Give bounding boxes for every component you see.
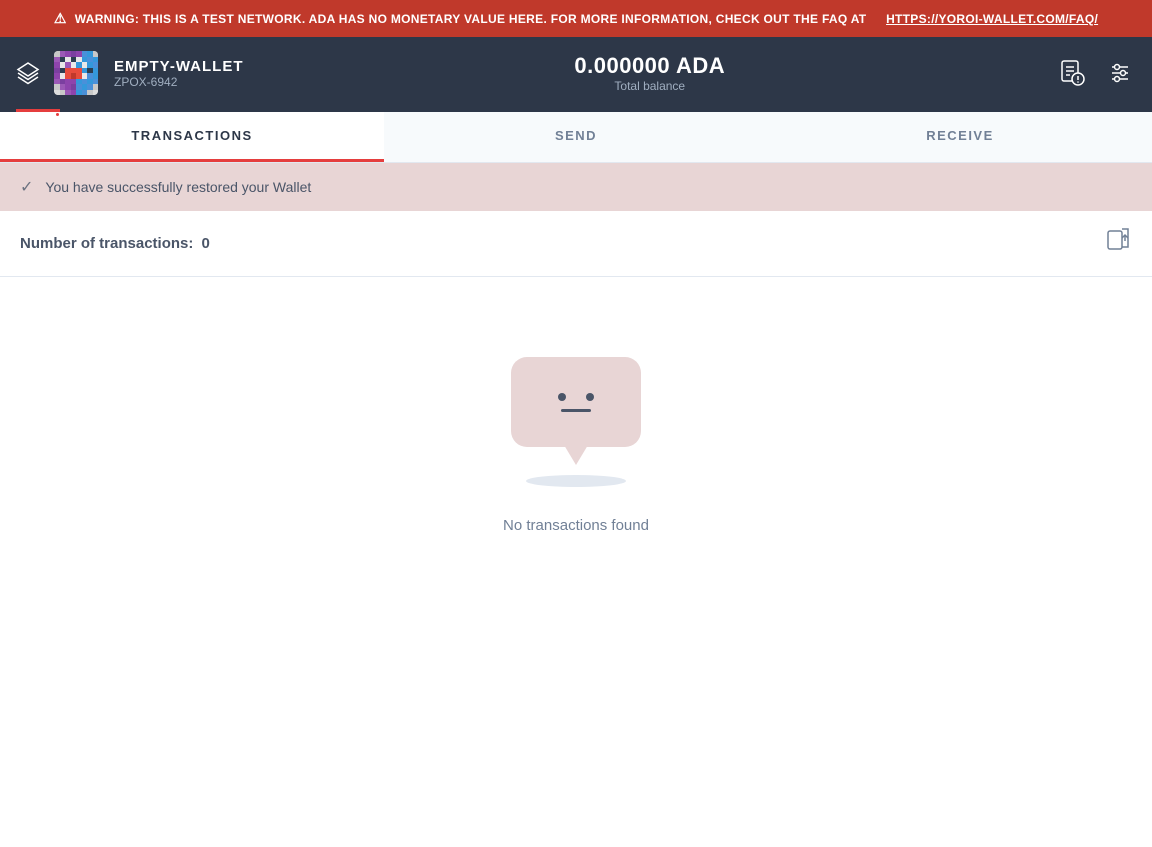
settings-icon — [1104, 57, 1136, 89]
balance-label: Total balance — [244, 79, 1057, 93]
transactions-count-value: 0 — [202, 235, 210, 252]
header: EMPTY-WALLET ZPOX-6942 0.000000 ADA Tota… — [0, 37, 1152, 109]
wallet-name: EMPTY-WALLET — [114, 58, 244, 75]
sad-face — [558, 393, 594, 412]
header-center: 0.000000 ADA Total balance — [244, 53, 1057, 93]
transactions-count-label: Number of transactions: — [20, 235, 193, 252]
right-eye — [586, 393, 594, 401]
warning-text: WARNING: THIS IS A TEST NETWORK. ADA HAS… — [75, 12, 867, 26]
wallet-avatar — [54, 51, 98, 95]
transactions-header: Number of transactions: 0 — [0, 211, 1152, 277]
checkmark-icon: ✓ — [20, 177, 33, 197]
warning-link[interactable]: HTTPS://YOROI-WALLET.COM/FAQ/ — [886, 12, 1098, 26]
tab-send[interactable]: SEND — [384, 112, 768, 162]
wallet-id: ZPOX-6942 — [114, 75, 244, 89]
settings-button[interactable] — [1104, 57, 1136, 89]
tab-transactions[interactable]: TRANSACTIONS — [0, 112, 384, 162]
shadow-ellipse — [526, 475, 626, 487]
menu-button[interactable] — [16, 61, 40, 85]
export-icon — [1104, 227, 1132, 255]
face-mouth — [561, 409, 591, 412]
success-message: You have successfully restored your Wall… — [45, 179, 311, 195]
balance-amount: 0.000000 ADA — [244, 53, 1057, 79]
tab-receive[interactable]: RECEIVE — [768, 112, 1152, 162]
face-eyes — [558, 393, 594, 401]
header-right — [1056, 57, 1136, 89]
transactions-count: Number of transactions: 0 — [20, 235, 210, 252]
left-eye — [558, 393, 566, 401]
speech-bubble — [511, 357, 641, 447]
warning-banner: ⚠ WARNING: THIS IS A TEST NETWORK. ADA H… — [0, 0, 1152, 37]
wallet-info: EMPTY-WALLET ZPOX-6942 — [114, 58, 244, 89]
tabs: TRANSACTIONS SEND RECEIVE — [0, 112, 1152, 163]
header-left: EMPTY-WALLET ZPOX-6942 — [16, 51, 244, 95]
empty-state: No transactions found — [0, 277, 1152, 614]
empty-text: No transactions found — [503, 517, 649, 534]
warning-icon: ⚠ — [54, 10, 67, 27]
notifications-icon — [1056, 57, 1088, 89]
empty-illustration — [511, 357, 641, 487]
layers-icon — [16, 61, 40, 85]
export-button[interactable] — [1104, 227, 1132, 260]
notifications-button[interactable] — [1056, 57, 1088, 89]
success-banner: ✓ You have successfully restored your Wa… — [0, 163, 1152, 211]
